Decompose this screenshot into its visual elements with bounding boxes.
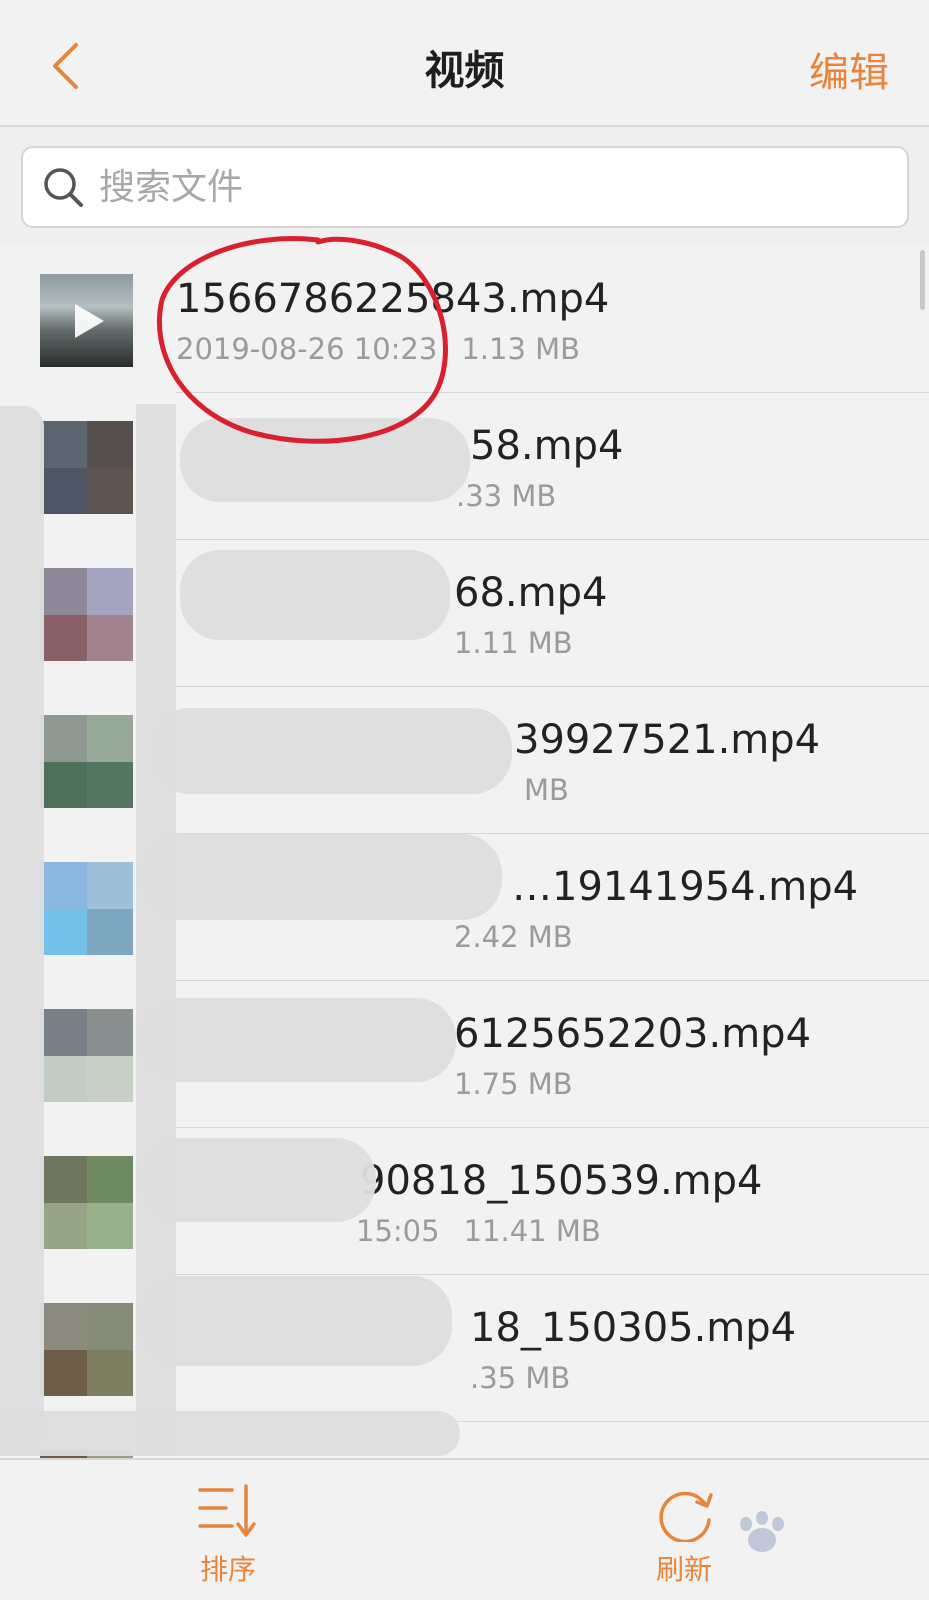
privacy-blur <box>140 1138 376 1222</box>
page-title: 视频 <box>424 48 505 94</box>
privacy-blur <box>150 708 512 794</box>
file-meta: 2.42 MB <box>454 920 573 954</box>
file-meta: 1.75 MB <box>454 1067 573 1101</box>
privacy-blur <box>140 1276 452 1366</box>
privacy-blur <box>0 1411 460 1456</box>
video-thumbnail <box>40 1009 133 1102</box>
file-meta: .35 MB <box>470 1361 570 1395</box>
search-icon <box>44 168 83 207</box>
file-name: 6125652203.mp4 <box>454 1011 812 1057</box>
search-input[interactable] <box>99 166 907 208</box>
file-meta: 15:05 11.41 MB <box>356 1214 601 1248</box>
file-meta: MB <box>524 773 569 807</box>
privacy-blur <box>180 550 450 640</box>
video-thumbnail <box>40 568 133 661</box>
watermark-paw-icon <box>740 1511 784 1552</box>
file-size: MB <box>524 773 569 807</box>
file-size: 1.11 MB <box>454 626 573 660</box>
file-size: .35 MB <box>470 1361 571 1395</box>
file-name: 90818_150539.mp4 <box>360 1158 763 1204</box>
scrollbar[interactable] <box>920 250 925 310</box>
list-item[interactable]: 1566786225843.mp4 2019-08-26 10:23 1.13 M… <box>0 246 929 393</box>
file-date: 2019-08-26 10:23 <box>176 332 438 366</box>
file-size: .33 MB <box>456 479 557 513</box>
sort-label: 排序 <box>199 1553 256 1586</box>
nav-bar: 视频 编辑 <box>0 0 929 127</box>
file-size: 11.41 MB <box>463 1214 601 1248</box>
file-name: 39927521.mp4 <box>514 717 821 763</box>
sort-button[interactable]: 排序 <box>168 1480 288 1588</box>
sort-icon <box>198 1484 256 1537</box>
video-thumbnail <box>40 862 133 955</box>
file-name: 58.mp4 <box>470 423 624 469</box>
file-size: 1.13 MB <box>461 332 581 366</box>
video-thumbnail <box>40 274 133 367</box>
file-meta: .33 MB <box>456 479 556 513</box>
video-thumbnail <box>40 715 133 808</box>
file-size: 2.42 MB <box>454 920 573 954</box>
file-meta: 2019-08-26 10:23 1.13 MB <box>176 332 580 366</box>
privacy-blur <box>140 834 502 920</box>
file-name: 18_150305.mp4 <box>470 1305 797 1351</box>
video-thumbnail <box>40 1156 133 1249</box>
file-date: 15:05 <box>356 1214 440 1248</box>
file-name: …19141954.mp4 <box>512 864 859 910</box>
privacy-blur <box>140 998 456 1082</box>
search-bar[interactable] <box>21 146 909 228</box>
video-file-list: 1566786225843.mp4 2019-08-26 10:23 1.13 M… <box>0 246 929 1458</box>
video-thumbnail <box>40 421 133 514</box>
file-name: 68.mp4 <box>454 570 608 616</box>
play-icon <box>75 304 104 338</box>
video-thumbnail <box>40 1303 133 1396</box>
privacy-blur <box>180 418 470 502</box>
file-size: 1.75 MB <box>454 1067 573 1101</box>
file-name: 1566786225843.mp4 <box>176 276 610 322</box>
edit-button[interactable]: 编辑 <box>809 40 889 98</box>
privacy-blur <box>0 406 44 1456</box>
file-meta: 1.11 MB <box>454 626 573 660</box>
